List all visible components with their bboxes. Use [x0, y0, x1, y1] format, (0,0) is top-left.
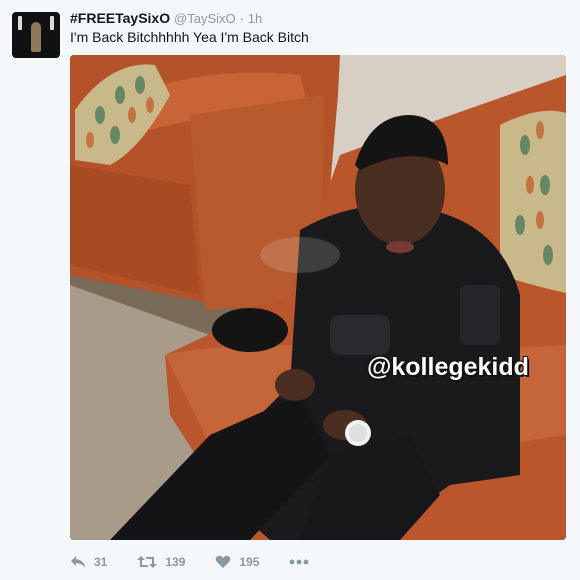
tweet-text: I'm Back Bitchhhhh Yea I'm Back Bitch — [70, 29, 309, 45]
avatar-light-left — [18, 16, 22, 30]
photo-watermark: @kollegekidd — [367, 353, 529, 381]
retweet-count: 139 — [165, 555, 186, 569]
avatar-figure — [31, 22, 41, 52]
avatar-light-right — [50, 16, 54, 30]
tweet-header: #FREETaySixO @TaySixO · 1h — [70, 10, 262, 26]
more-dots-icon — [290, 559, 309, 565]
tweet: #FREETaySixO @TaySixO · 1h I'm Back Bitc… — [0, 0, 580, 580]
retweet-icon — [137, 556, 158, 568]
display-name[interactable]: #FREETaySixO — [70, 10, 170, 26]
reply-icon — [71, 556, 85, 568]
like-button[interactable]: 195 — [215, 555, 259, 569]
like-count: 195 — [239, 555, 260, 569]
more-button[interactable] — [289, 559, 317, 565]
reply-button[interactable]: 31 — [70, 555, 107, 569]
user-handle[interactable]: @TaySixO — [174, 11, 236, 26]
heart-icon — [216, 555, 231, 568]
separator-dot: · — [239, 11, 244, 26]
reply-count: 31 — [94, 555, 108, 569]
tweet-photo[interactable]: @kollegekidd — [70, 55, 566, 540]
photo-scene — [70, 55, 566, 540]
timestamp[interactable]: 1h — [248, 11, 262, 26]
retweet-button[interactable]: 139 — [137, 555, 185, 569]
avatar[interactable] — [12, 12, 60, 58]
tweet-actions: 31 139 195 — [70, 552, 317, 572]
